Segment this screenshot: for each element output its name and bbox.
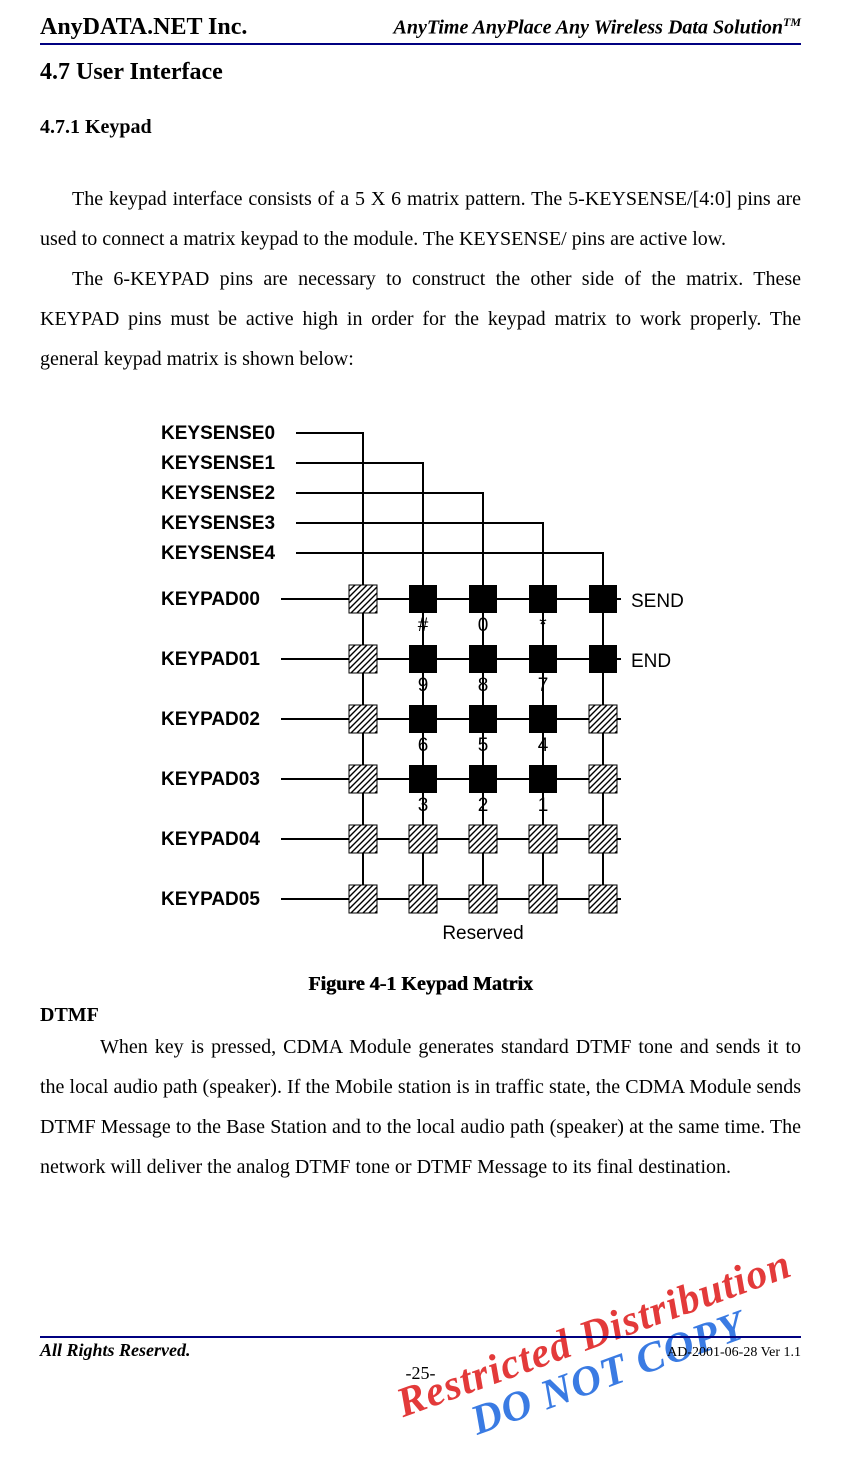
tagline-text: AnyTime AnyPlace Any Wireless Data Solut… [394, 17, 783, 39]
footer-left: All Rights Reserved. [40, 1340, 191, 1361]
figure-wrap: KEYSENSE0 KEYSENSE1 KEYSENSE2 KEYSENSE3 … [40, 409, 801, 949]
svg-text:4: 4 [537, 735, 548, 756]
keypad01-label: KEYPAD01 [161, 649, 260, 670]
keysense2-label: KEYSENSE2 [161, 483, 275, 504]
keypad00-label: KEYPAD00 [161, 589, 260, 610]
paragraph-2: The 6-KEYPAD pins are necessary to const… [40, 259, 801, 379]
reserved-label: Reserved [442, 923, 523, 944]
keysense3-label: KEYSENSE3 [161, 513, 275, 534]
keypad04-label: KEYPAD04 [161, 829, 260, 850]
keypad02-label: KEYPAD02 [161, 709, 260, 730]
svg-text:2: 2 [477, 795, 488, 816]
keysense1-label: KEYSENSE1 [161, 453, 275, 474]
dtmf-body: When key is pressed, CDMA Module generat… [40, 1027, 801, 1187]
paragraph-1: The keypad interface consists of a 5 X 6… [40, 179, 801, 259]
footer-right: AD-2001-06-28 Ver 1.1 [667, 1345, 801, 1361]
svg-text:0: 0 [477, 615, 488, 636]
svg-text:9: 9 [417, 675, 428, 696]
send-label: SEND [631, 591, 684, 612]
header-tagline: AnyTime AnyPlace Any Wireless Data Solut… [394, 15, 801, 40]
svg-text:8: 8 [477, 675, 488, 696]
dtmf-text: When key is pressed, CDMA Module generat… [40, 1027, 801, 1187]
page-footer: All Rights Reserved. AD-2001-06-28 Ver 1… [40, 1330, 801, 1384]
keysense0-label: KEYSENSE0 [161, 423, 275, 444]
figure-caption: Figure 4-1 Keypad Matrix [40, 973, 801, 996]
header-company: AnyDATA.NET Inc. [40, 14, 247, 41]
svg-text:5: 5 [477, 735, 488, 756]
svg-text:1: 1 [537, 795, 548, 816]
keypad05-label: KEYPAD05 [161, 889, 260, 910]
footer-page: -25- [40, 1363, 801, 1384]
svg-text:#: # [417, 615, 428, 636]
keypad-matrix-figure: KEYSENSE0 KEYSENSE1 KEYSENSE2 KEYSENSE3 … [141, 409, 701, 949]
end-label: END [631, 651, 671, 672]
keypad-row-wires [281, 599, 621, 899]
keypad03-label: KEYPAD03 [161, 769, 260, 790]
page-header: AnyDATA.NET Inc. AnyTime AnyPlace Any Wi… [40, 0, 801, 41]
header-rule [40, 43, 801, 45]
dtmf-heading: DTMF [40, 1004, 801, 1027]
section-h1: 4.7 User Interface [40, 59, 801, 86]
keysense4-label: KEYSENSE4 [161, 543, 275, 564]
svg-text:*: * [539, 615, 547, 636]
svg-text:6: 6 [417, 735, 428, 756]
section-h2: 4.7.1 Keypad [40, 116, 801, 139]
tagline-tm: TM [783, 15, 801, 29]
svg-text:3: 3 [417, 795, 428, 816]
svg-text:7: 7 [537, 675, 548, 696]
footer-rule [40, 1336, 801, 1338]
